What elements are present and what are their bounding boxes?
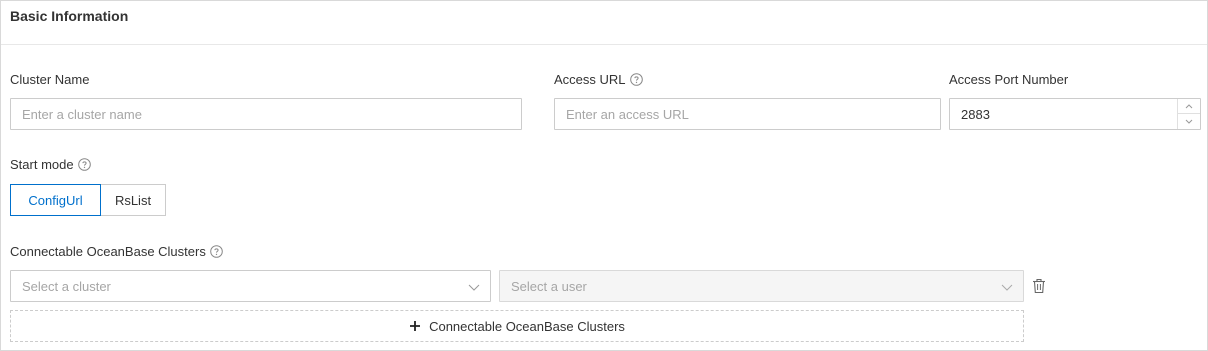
basic-information-card: Basic Information Cluster Name Enter a c… xyxy=(0,0,1208,351)
card-header: Basic Information xyxy=(1,1,1207,45)
connectable-clusters-label: Connectable OceanBase Clusters xyxy=(10,244,223,259)
add-cluster-label: Connectable OceanBase Clusters xyxy=(429,318,625,334)
trash-icon[interactable] xyxy=(1032,278,1046,294)
access-port-label-text: Access Port Number xyxy=(949,72,1069,87)
access-port-label: Access Port Number xyxy=(949,72,1068,87)
cluster-name-label: Cluster Name xyxy=(10,72,89,87)
section-title: Basic Information xyxy=(10,8,129,24)
access-port-value: 2883 xyxy=(961,107,990,122)
cluster-select[interactable]: Select a cluster xyxy=(10,270,491,302)
cluster-name-label-text: Cluster Name xyxy=(10,72,90,87)
start-mode-option-rslist[interactable]: RsList xyxy=(100,184,166,216)
cluster-name-placeholder: Enter a cluster name xyxy=(22,107,142,122)
plus-icon xyxy=(409,320,421,332)
start-mode-label: Start mode xyxy=(10,157,91,172)
help-icon[interactable] xyxy=(210,245,223,258)
start-mode-option-configurl[interactable]: ConfigUrl xyxy=(10,184,101,216)
chevron-down-icon[interactable] xyxy=(1178,114,1200,129)
port-stepper-controls xyxy=(1177,99,1200,129)
start-mode-label-text: Start mode xyxy=(10,157,74,172)
help-icon[interactable] xyxy=(629,73,643,86)
user-select-placeholder: Select a user xyxy=(511,279,587,294)
add-connectable-cluster-button[interactable]: Connectable OceanBase Clusters xyxy=(10,310,1024,342)
start-mode-segmented-control: ConfigUrl RsList xyxy=(10,184,166,216)
cluster-name-input[interactable]: Enter a cluster name xyxy=(10,98,522,130)
chevron-down-icon xyxy=(468,281,480,293)
connectable-clusters-label-text: Connectable OceanBase Clusters xyxy=(10,244,206,259)
access-url-placeholder: Enter an access URL xyxy=(566,107,689,122)
access-url-label: Access URL xyxy=(554,72,643,87)
chevron-up-icon[interactable] xyxy=(1178,99,1200,114)
user-select[interactable]: Select a user xyxy=(499,270,1024,302)
chevron-down-icon xyxy=(1001,281,1013,293)
access-url-input[interactable]: Enter an access URL xyxy=(554,98,941,130)
cluster-select-placeholder: Select a cluster xyxy=(22,279,111,294)
access-url-label-text: Access URL xyxy=(554,72,626,87)
help-icon[interactable] xyxy=(77,158,91,171)
access-port-stepper[interactable]: 2883 xyxy=(949,98,1201,130)
